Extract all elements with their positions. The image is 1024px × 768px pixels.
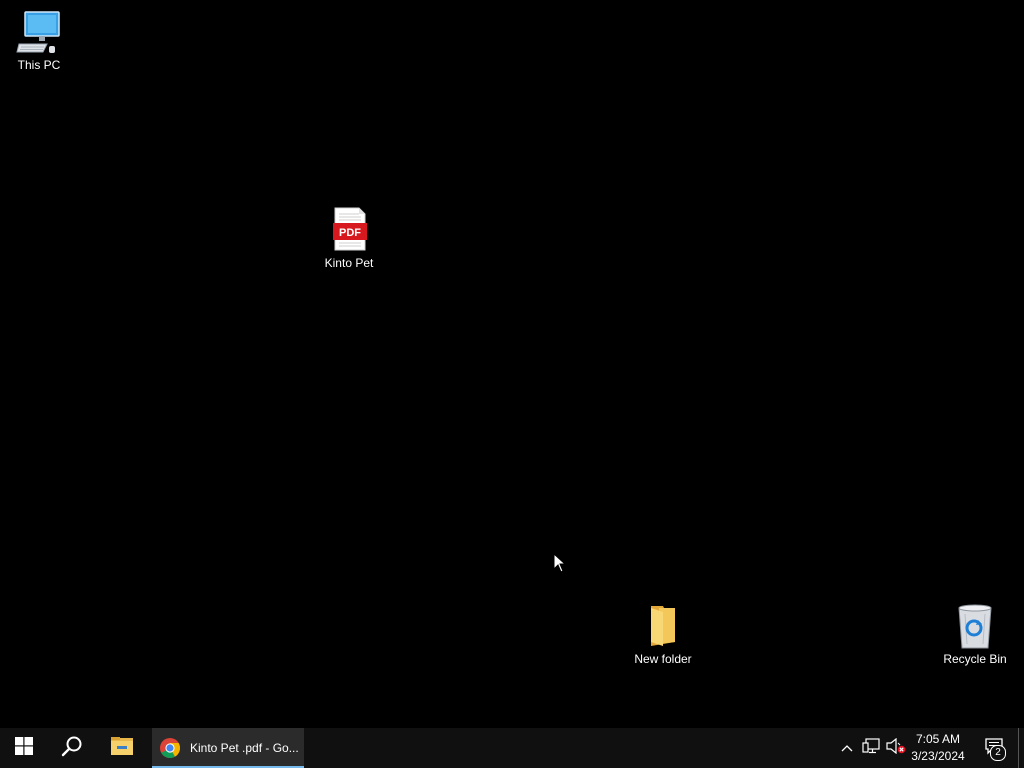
- network-button[interactable]: [860, 728, 882, 768]
- desktop-icon-label: Recycle Bin: [943, 652, 1007, 666]
- windows-logo-icon: [15, 736, 33, 760]
- pdf-badge-text: PDF: [339, 227, 361, 239]
- show-hidden-icons-button[interactable]: [836, 728, 858, 768]
- taskbar: Kinto Pet .pdf - Go... 7:05 AM 3/23/2024…: [0, 728, 1024, 768]
- mouse-cursor-icon: [553, 552, 567, 573]
- desktop-icon-kinto-pet[interactable]: PDF Kinto Pet: [311, 206, 387, 270]
- file-explorer-button[interactable]: [98, 728, 146, 768]
- clock[interactable]: 7:05 AM 3/23/2024: [908, 728, 968, 768]
- desktop[interactable]: This PC PDF Kinto Pet New folder Recycle…: [0, 0, 1024, 728]
- desktop-icon-label: This PC: [17, 58, 61, 72]
- recycle-bin-icon: [951, 602, 999, 650]
- volume-button[interactable]: [884, 728, 908, 768]
- chrome-icon: [158, 736, 182, 760]
- action-center-button[interactable]: 2: [978, 728, 1010, 768]
- start-button[interactable]: [0, 728, 48, 768]
- file-explorer-icon: [110, 736, 134, 761]
- task-label: Kinto Pet .pdf - Go...: [190, 741, 299, 755]
- network-icon: [862, 737, 880, 759]
- folder-icon: [639, 602, 687, 650]
- search-button[interactable]: [48, 728, 96, 768]
- computer-icon: [15, 8, 63, 56]
- chevron-up-icon: [841, 739, 853, 757]
- desktop-icon-recycle-bin[interactable]: Recycle Bin: [937, 602, 1013, 666]
- taskbar-chrome-window[interactable]: Kinto Pet .pdf - Go...: [152, 728, 304, 768]
- search-icon: [61, 735, 83, 762]
- notification-count-badge: 2: [990, 745, 1006, 761]
- desktop-icon-label: New folder: [634, 652, 692, 666]
- desktop-icon-label: Kinto Pet: [324, 256, 374, 270]
- clock-time: 7:05 AM: [915, 732, 961, 746]
- desktop-icon-new-folder[interactable]: New folder: [625, 602, 701, 666]
- desktop-icon-this-pc[interactable]: This PC: [1, 8, 77, 72]
- clock-date: 3/23/2024: [911, 749, 965, 763]
- show-desktop-button[interactable]: [1018, 728, 1024, 768]
- pdf-file-icon: PDF: [325, 206, 373, 254]
- volume-muted-icon: [886, 737, 906, 759]
